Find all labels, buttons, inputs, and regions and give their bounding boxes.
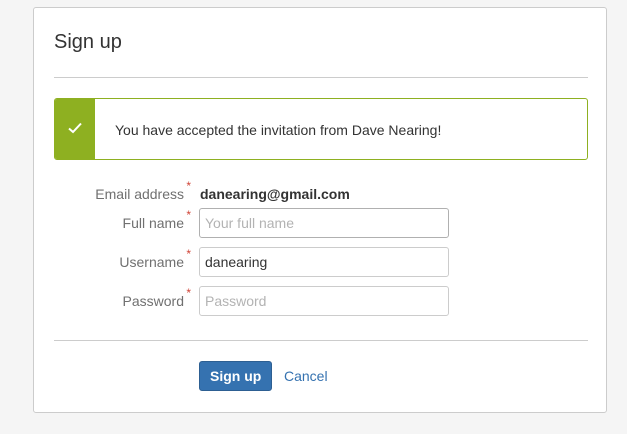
- full-name-label: Full name: [122, 215, 184, 231]
- email-row: Email address * danearing@gmail.com: [34, 179, 608, 209]
- sign-up-button[interactable]: Sign up: [199, 361, 273, 391]
- checkmark-icon: [68, 122, 82, 134]
- success-alert: You have accepted the invitation from Da…: [54, 98, 588, 160]
- alert-message: You have accepted the invitation from Da…: [115, 122, 442, 138]
- page-title: Sign up: [54, 31, 122, 53]
- full-name-row: Full name *: [34, 208, 608, 238]
- required-marker: *: [186, 208, 191, 222]
- footer-divider: [54, 340, 588, 341]
- username-input[interactable]: [199, 247, 449, 277]
- full-name-input[interactable]: [199, 208, 449, 238]
- required-marker: *: [186, 247, 191, 261]
- email-label: Email address: [95, 186, 184, 202]
- password-input[interactable]: [199, 286, 449, 316]
- alert-icon-box: [55, 99, 95, 159]
- required-marker: *: [186, 179, 191, 193]
- signup-card: Sign up You have accepted the invitation…: [33, 7, 607, 413]
- required-marker: *: [186, 286, 191, 300]
- username-row: Username *: [34, 247, 608, 277]
- header-divider: [54, 77, 588, 78]
- cancel-link[interactable]: Cancel: [284, 368, 328, 384]
- email-value: danearing@gmail.com: [200, 186, 350, 202]
- password-row: Password *: [34, 286, 608, 316]
- username-label: Username: [119, 254, 184, 270]
- password-label: Password: [122, 293, 184, 309]
